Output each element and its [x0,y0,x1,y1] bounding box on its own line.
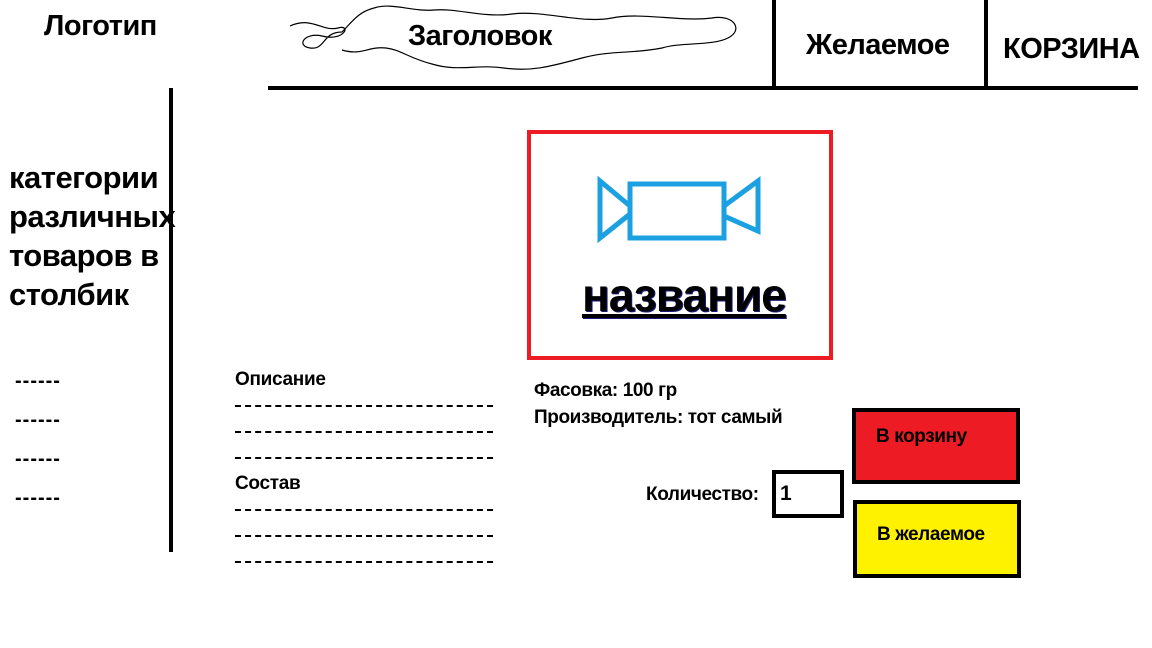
composition-title: Состав [235,473,301,494]
description-line [235,405,493,407]
description-line [235,457,493,459]
sidebar-categories[interactable]: категории различных товаров в столбик [9,158,176,314]
nav-divider-1 [772,0,776,86]
sidebar-item[interactable]: ------ [15,409,61,432]
add-to-cart-button[interactable]: В корзину [852,408,1020,484]
add-to-wishlist-button[interactable]: В желаемое [853,500,1021,578]
sidebar-item[interactable]: ------ [15,370,61,393]
description-title: Описание [235,369,326,390]
nav-link-wishlist[interactable]: Желаемое [806,29,950,62]
logo[interactable]: Логотип [44,10,157,43]
composition-line [235,509,493,511]
quantity-label: Количество: [646,484,759,505]
nav-divider-2 [984,0,988,86]
sidebar-item[interactable]: ------ [15,487,61,510]
composition-line [235,535,493,537]
product-name: название [582,269,787,321]
quantity-input[interactable] [772,470,844,518]
candy-icon [597,176,761,244]
composition-line [235,561,493,563]
product-manufacturer: Производитель: тот самый [534,407,783,428]
sidebar-divider [169,88,173,552]
header-underline [268,86,1138,90]
nav-link-cart[interactable]: КОРЗИНА [1003,33,1140,66]
sidebar-item[interactable]: ------ [15,448,61,471]
product-packaging: Фасовка: 100 гр [534,380,677,401]
page-title: Заголовок [408,20,552,52]
description-line [235,431,493,433]
